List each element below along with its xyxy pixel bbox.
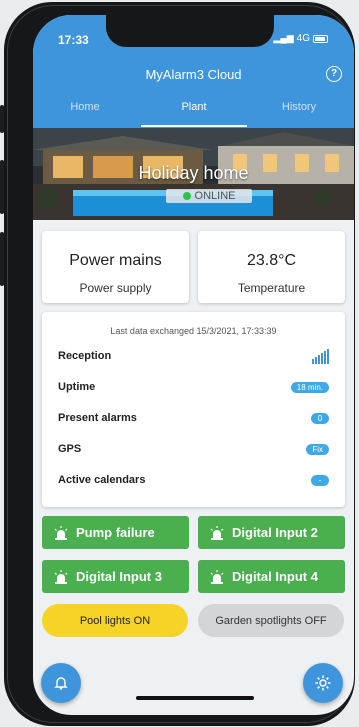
status-badge: ONLINE bbox=[166, 189, 252, 203]
side-button bbox=[0, 105, 4, 133]
network-type: 4G bbox=[296, 33, 310, 44]
alarm-digital-input-4[interactable]: Digital Input 4 bbox=[198, 560, 345, 593]
uptime-label: Uptime bbox=[58, 381, 96, 393]
settings-button[interactable] bbox=[303, 663, 343, 703]
siren-icon bbox=[210, 569, 224, 584]
active-calendars-label: Active calendars bbox=[58, 474, 146, 486]
status-time: 17:33 bbox=[58, 33, 89, 47]
bell-icon bbox=[54, 677, 68, 690]
side-button bbox=[0, 160, 4, 214]
tab-history[interactable]: History bbox=[249, 101, 349, 113]
power-supply-label: Power supply bbox=[79, 281, 152, 295]
gps-badge: Fix bbox=[306, 443, 329, 455]
app-screen: 17:33 ▂▄▆ 4G MyAlarm3 Cloud ? Home Plant… bbox=[33, 15, 354, 715]
device-info-card: Last data exchanged 15/3/2021, 17:33:39 … bbox=[42, 312, 345, 507]
uptime-row: Uptime 18 min. bbox=[58, 377, 329, 397]
app-title: MyAlarm3 Cloud bbox=[145, 67, 242, 82]
notifications-button[interactable] bbox=[41, 663, 81, 703]
side-button bbox=[0, 232, 4, 286]
active-calendars-row: Active calendars - bbox=[58, 470, 329, 490]
garden-spotlights-toggle[interactable]: Garden spotlights OFF bbox=[198, 604, 344, 637]
status-indicators: ▂▄▆ 4G bbox=[273, 33, 328, 44]
present-alarms-label: Present alarms bbox=[58, 412, 137, 424]
notch bbox=[106, 15, 274, 47]
active-calendars-badge: - bbox=[311, 474, 329, 486]
reception-label: Reception bbox=[58, 350, 112, 362]
pool-lights-toggle[interactable]: Pool lights ON bbox=[42, 604, 188, 637]
siren-icon bbox=[210, 525, 224, 540]
power-supply-value: Power mains bbox=[69, 252, 162, 269]
temperature-label: Temperature bbox=[237, 281, 306, 295]
reception-row: Reception bbox=[58, 346, 329, 366]
signal-icon bbox=[312, 348, 329, 364]
online-dot-icon bbox=[182, 192, 191, 200]
site-name: Holiday home bbox=[138, 163, 249, 183]
siren-icon bbox=[54, 525, 68, 540]
gear-icon bbox=[315, 675, 331, 691]
alarm-label: Pump failure bbox=[76, 525, 155, 540]
alarm-label: Digital Input 3 bbox=[76, 569, 162, 584]
alarm-label: Digital Input 4 bbox=[232, 569, 318, 584]
present-alarms-row: Present alarms 0 bbox=[58, 408, 329, 428]
site-status: ONLINE bbox=[194, 190, 236, 202]
active-tab-indicator bbox=[141, 125, 247, 127]
alarm-digital-input-3[interactable]: Digital Input 3 bbox=[42, 560, 189, 593]
siren-icon bbox=[54, 569, 68, 584]
uptime-badge: 18 min. bbox=[290, 381, 329, 393]
gps-label: GPS bbox=[58, 443, 82, 455]
temperature-card: 23.8°C Temperature bbox=[198, 231, 345, 303]
alarm-label: Digital Input 2 bbox=[232, 525, 318, 540]
power-supply-card: Power mains Power supply bbox=[42, 231, 189, 303]
tab-plant[interactable]: Plant bbox=[144, 101, 244, 113]
last-data-exchanged: Last data exchanged 15/3/2021, 17:33:39 bbox=[110, 326, 277, 336]
battery-icon bbox=[313, 34, 328, 43]
temperature-value: 23.8°C bbox=[246, 252, 297, 269]
alarm-pump-failure[interactable]: Pump failure bbox=[42, 516, 189, 549]
help-icon[interactable]: ? bbox=[326, 66, 342, 82]
present-alarms-badge: 0 bbox=[311, 412, 329, 424]
alarm-digital-input-2[interactable]: Digital Input 2 bbox=[198, 516, 345, 549]
cell-signal-icon: ▂▄▆ bbox=[273, 33, 294, 43]
tab-home[interactable]: Home bbox=[35, 101, 135, 113]
gps-row: GPS Fix bbox=[58, 439, 329, 459]
home-indicator bbox=[136, 696, 254, 700]
